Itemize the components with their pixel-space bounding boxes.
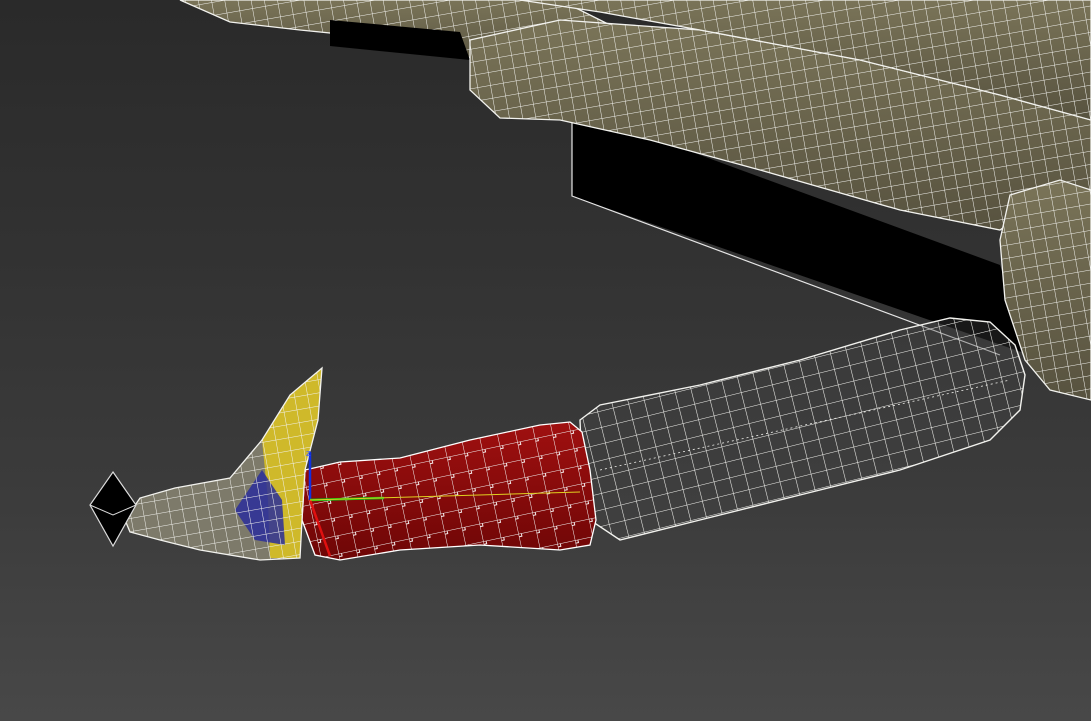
proximal-phalanx-wireframe[interactable] (579, 317, 1026, 541)
selected-middle-phalanx[interactable] (301, 421, 597, 561)
distal-phalanx-mesh[interactable] (124, 366, 323, 561)
3d-viewport[interactable]: z (0, 0, 1091, 721)
scene-canvas[interactable]: z (0, 0, 1091, 721)
gizmo-axis-label: z (306, 449, 311, 459)
fingertip-helper-diamond[interactable] (89, 470, 137, 548)
